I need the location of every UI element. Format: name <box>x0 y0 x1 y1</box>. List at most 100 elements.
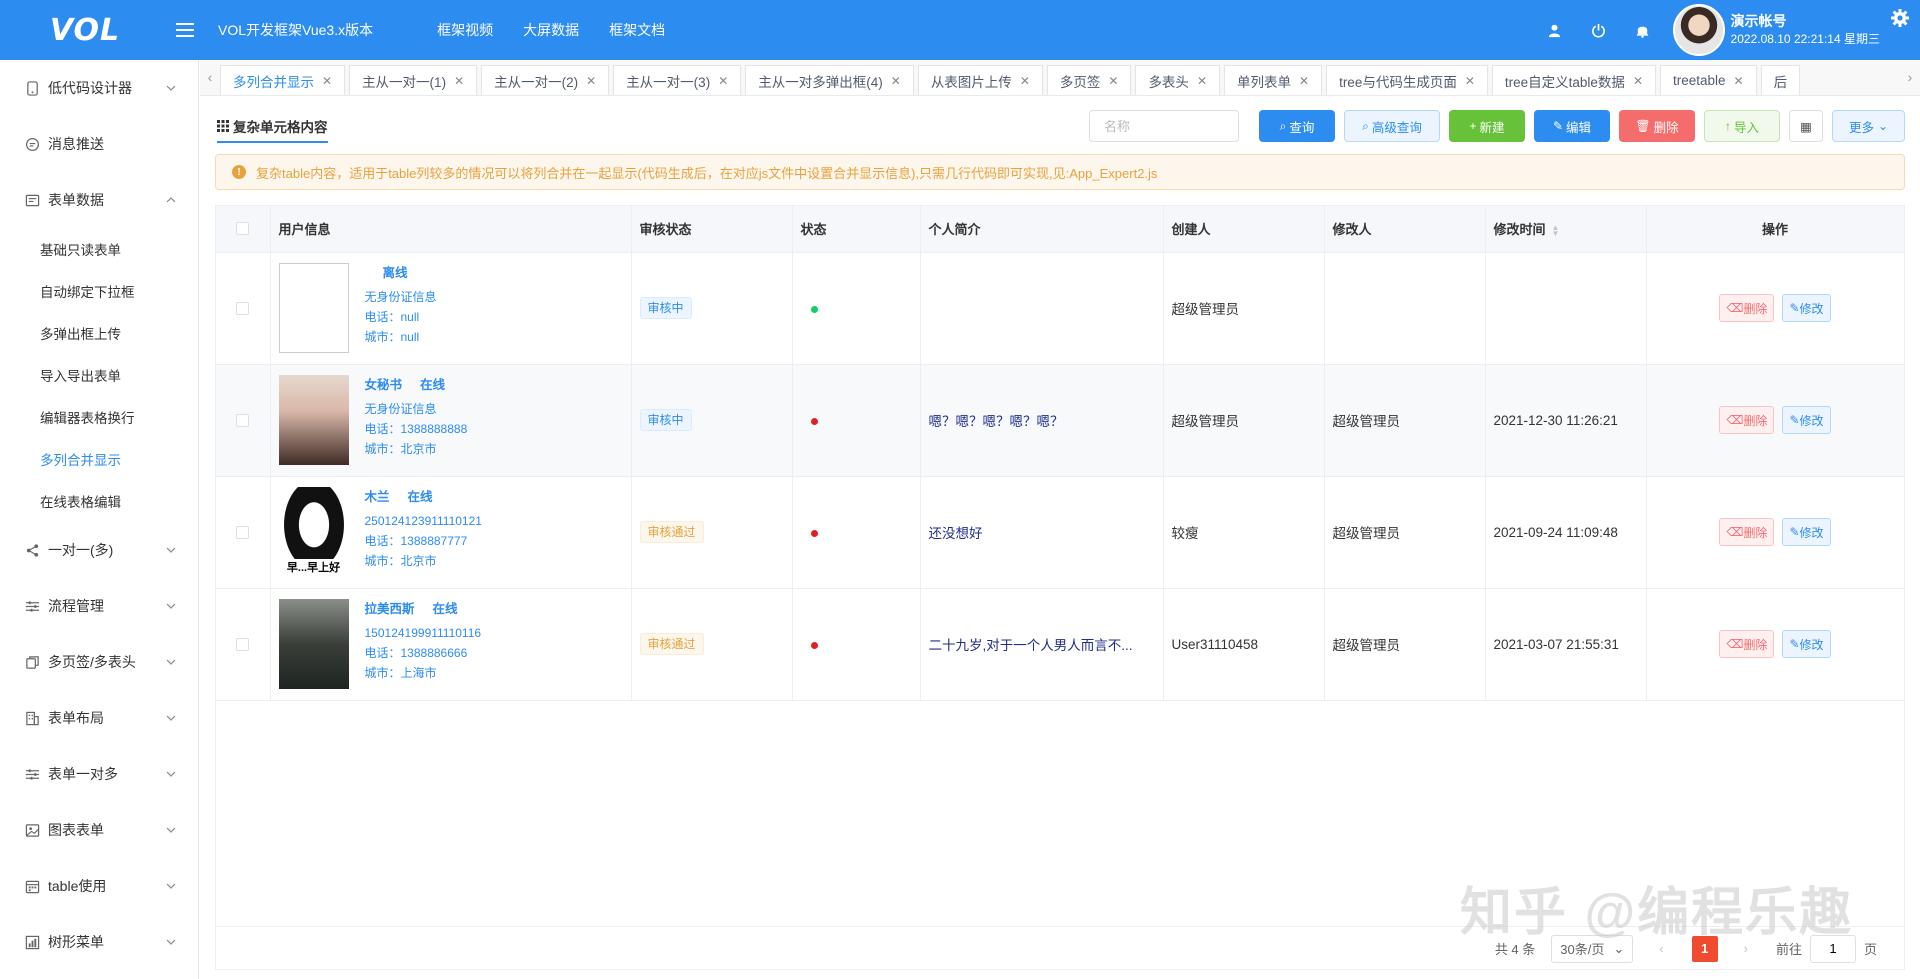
menu-toggle-button[interactable] <box>170 0 200 60</box>
sidebar-subitem-editorwrap[interactable]: 编辑器表格换行 <box>0 396 198 438</box>
audit-cell: 审核中 <box>631 252 793 365</box>
nav-link-dashboard[interactable]: 大屏数据 <box>523 20 579 40</box>
sidebar-item-tableuse[interactable]: table使用 <box>0 858 198 914</box>
user-photo: 早...早上好 <box>278 487 349 577</box>
tab-treetable[interactable]: treetable ✕ <box>1660 65 1757 95</box>
row-edit-button[interactable]: ✎ 修改 <box>1782 294 1831 322</box>
select-all-checkbox[interactable] <box>236 222 250 236</box>
tabs-scroll-right[interactable]: › <box>1900 59 1920 95</box>
sidebar-subitem-mergecolumns[interactable]: 多列合并显示 <box>0 438 198 480</box>
row-checkbox[interactable] <box>236 525 250 539</box>
notification-button[interactable] <box>1621 0 1665 60</box>
row-checkbox[interactable] <box>236 301 250 315</box>
share-icon <box>24 542 40 558</box>
userinfo-cell: 拉美西斯 在线 150124199911110116 电话：1388886666 … <box>270 588 632 701</box>
tab-merge-columns[interactable]: 多列合并显示 ✕ <box>220 65 346 95</box>
tab-master-detail-2[interactable]: 主从一对一(2) ✕ <box>481 65 610 95</box>
sidebar-item-onetoone[interactable]: 一对一(多) <box>0 522 198 578</box>
row-checkbox[interactable] <box>236 413 250 427</box>
tab-more[interactable]: 后 <box>1760 65 1801 95</box>
close-icon[interactable]: ✕ <box>1633 74 1643 88</box>
sidebar-subitem-onlineedit[interactable]: 在线表格编辑 <box>0 480 198 522</box>
close-icon[interactable]: ✕ <box>1020 74 1030 88</box>
row-edit-button[interactable]: ✎ 修改 <box>1782 518 1831 546</box>
col-header-userinfo: 用户信息 <box>270 206 632 253</box>
close-icon[interactable]: ✕ <box>1197 74 1207 88</box>
more-button[interactable]: 更多 ⌄ <box>1832 110 1905 142</box>
sidebar-subitem-readonly[interactable]: 基础只读表单 <box>0 228 198 270</box>
logo[interactable]: VOL <box>0 0 170 60</box>
search-input[interactable] <box>1089 110 1239 142</box>
online-status: 在线 <box>407 490 433 504</box>
sidebar-subitem-autobind[interactable]: 自动绑定下拉框 <box>0 270 198 312</box>
import-label: 导入 <box>1733 120 1759 135</box>
pencil-icon: ✎ <box>1789 301 1800 315</box>
search-icon: ⌕ <box>1279 118 1287 133</box>
new-button[interactable]: + 新建 <box>1449 110 1525 142</box>
close-icon[interactable]: ✕ <box>586 74 596 88</box>
tab-multi-tabs[interactable]: 多页签 ✕ <box>1046 65 1132 95</box>
sidebar-item-label: table使用 <box>48 878 107 894</box>
col-header-modified-time[interactable]: 修改时间 ▲ ▼ <box>1485 206 1647 253</box>
row-delete-button[interactable]: ⌫ 删除 <box>1719 630 1775 658</box>
column-settings-button[interactable]: ▦ <box>1789 110 1823 142</box>
table-row[interactable]: 离线 无身份证信息 电话：null 城市：null 审核中 超级管理员 ⌫ 删除… <box>216 252 1905 365</box>
row-checkbox[interactable] <box>236 637 250 651</box>
actions-cell: ⌫ 删除 ✎ 修改 <box>1646 476 1905 589</box>
close-icon[interactable]: ✕ <box>718 74 728 88</box>
chevron-left-icon: ‹ <box>207 69 213 85</box>
sidebar-item-label: 多页签/多表头 <box>48 654 136 670</box>
sidebar-item-lowcode[interactable]: 低代码设计器 <box>0 60 198 116</box>
sort-icon[interactable]: ▲ ▼ <box>1552 223 1560 237</box>
close-icon[interactable]: ✕ <box>891 74 901 88</box>
row-edit-button[interactable]: ✎ 修改 <box>1782 406 1831 434</box>
sidebar-item-message[interactable]: 消息推送 <box>0 116 198 172</box>
user-box[interactable]: 演示帐号 2022.08.10 22:21:14 星期三 <box>1672 4 1880 56</box>
table-row[interactable]: 女秘书 在线 无身份证信息 电话：1388888888 城市：北京市 审核中 嗯？… <box>216 364 1905 477</box>
tab-master-detail-3[interactable]: 主从一对一(3) ✕ <box>613 65 742 95</box>
import-button[interactable]: ↑ 导入 <box>1704 110 1780 142</box>
sidebar-subitem-importexport[interactable]: 导入导出表单 <box>0 354 198 396</box>
close-icon[interactable]: ✕ <box>1108 74 1118 88</box>
tab-master-detail-4[interactable]: 主从一对多弹出框(4) ✕ <box>745 65 914 95</box>
tab-master-detail-1[interactable]: 主从一对一(1) ✕ <box>349 65 478 95</box>
user-button[interactable] <box>1533 0 1577 60</box>
sidebar-item-treemenu[interactable]: 树形菜单 <box>0 914 198 970</box>
intro-cell <box>920 252 1164 365</box>
settings-button[interactable] <box>1880 0 1920 60</box>
close-icon[interactable]: ✕ <box>1734 74 1744 88</box>
sidebar-item-multitab[interactable]: 多页签/多表头 <box>0 634 198 690</box>
sidebar-item-chartform[interactable]: 图表表单 <box>0 802 198 858</box>
tab-detail-image-upload[interactable]: 从表图片上传 ✕ <box>917 65 1043 95</box>
sidebar-subitem-multiupload[interactable]: 多弹出框上传 <box>0 312 198 354</box>
table-row[interactable]: 早...早上好 木兰 在线 250124123911110121 电话：13888… <box>216 476 1905 589</box>
sidebar-item-workflow[interactable]: 流程管理 <box>0 578 198 634</box>
table-row[interactable]: 拉美西斯 在线 150124199911110116 电话：1388886666 … <box>216 588 1905 701</box>
tab-tree-codegen[interactable]: tree与代码生成页面 ✕ <box>1326 65 1488 95</box>
avatar[interactable] <box>1672 4 1725 56</box>
close-icon[interactable]: ✕ <box>1299 74 1309 88</box>
row-delete-button[interactable]: ⌫ 删除 <box>1719 406 1775 434</box>
tabs-scroll-left[interactable]: ‹ <box>200 59 220 95</box>
row-delete-button[interactable]: ⌫ 删除 <box>1719 518 1775 546</box>
power-button[interactable] <box>1577 0 1621 60</box>
row-edit-button[interactable]: ✎ 修改 <box>1782 630 1831 658</box>
nav-link-docs[interactable]: 框架文档 <box>609 20 665 40</box>
delete-button[interactable]: 🗑 删除 <box>1619 110 1695 142</box>
sidebar-item-onetomany[interactable]: 表单一对多 <box>0 746 198 802</box>
sidebar-item-formlayout[interactable]: 表单布局 <box>0 690 198 746</box>
query-button[interactable]: ⌕ 查询 <box>1259 110 1335 142</box>
tab-multi-header[interactable]: 多表头 ✕ <box>1135 65 1220 95</box>
status-cell <box>792 476 921 589</box>
tab-single-column-form[interactable]: 单列表单 ✕ <box>1224 65 1323 95</box>
sidebar-item-formdata[interactable]: 表单数据 <box>0 172 198 228</box>
nav-link-video[interactable]: 框架视频 <box>437 20 493 40</box>
row-delete-button[interactable]: ⌫ 删除 <box>1719 294 1775 322</box>
close-icon[interactable]: ✕ <box>454 74 464 88</box>
tab-tree-custom-table[interactable]: tree自定义table数据 ✕ <box>1491 65 1656 95</box>
close-icon[interactable]: ✕ <box>1465 74 1475 88</box>
advanced-query-button[interactable]: ⌕ 高级查询 <box>1344 110 1440 142</box>
close-icon[interactable]: ✕ <box>322 74 332 88</box>
audit-tag: 审核中 <box>639 297 692 319</box>
edit-button[interactable]: ✎ 编辑 <box>1534 110 1610 142</box>
